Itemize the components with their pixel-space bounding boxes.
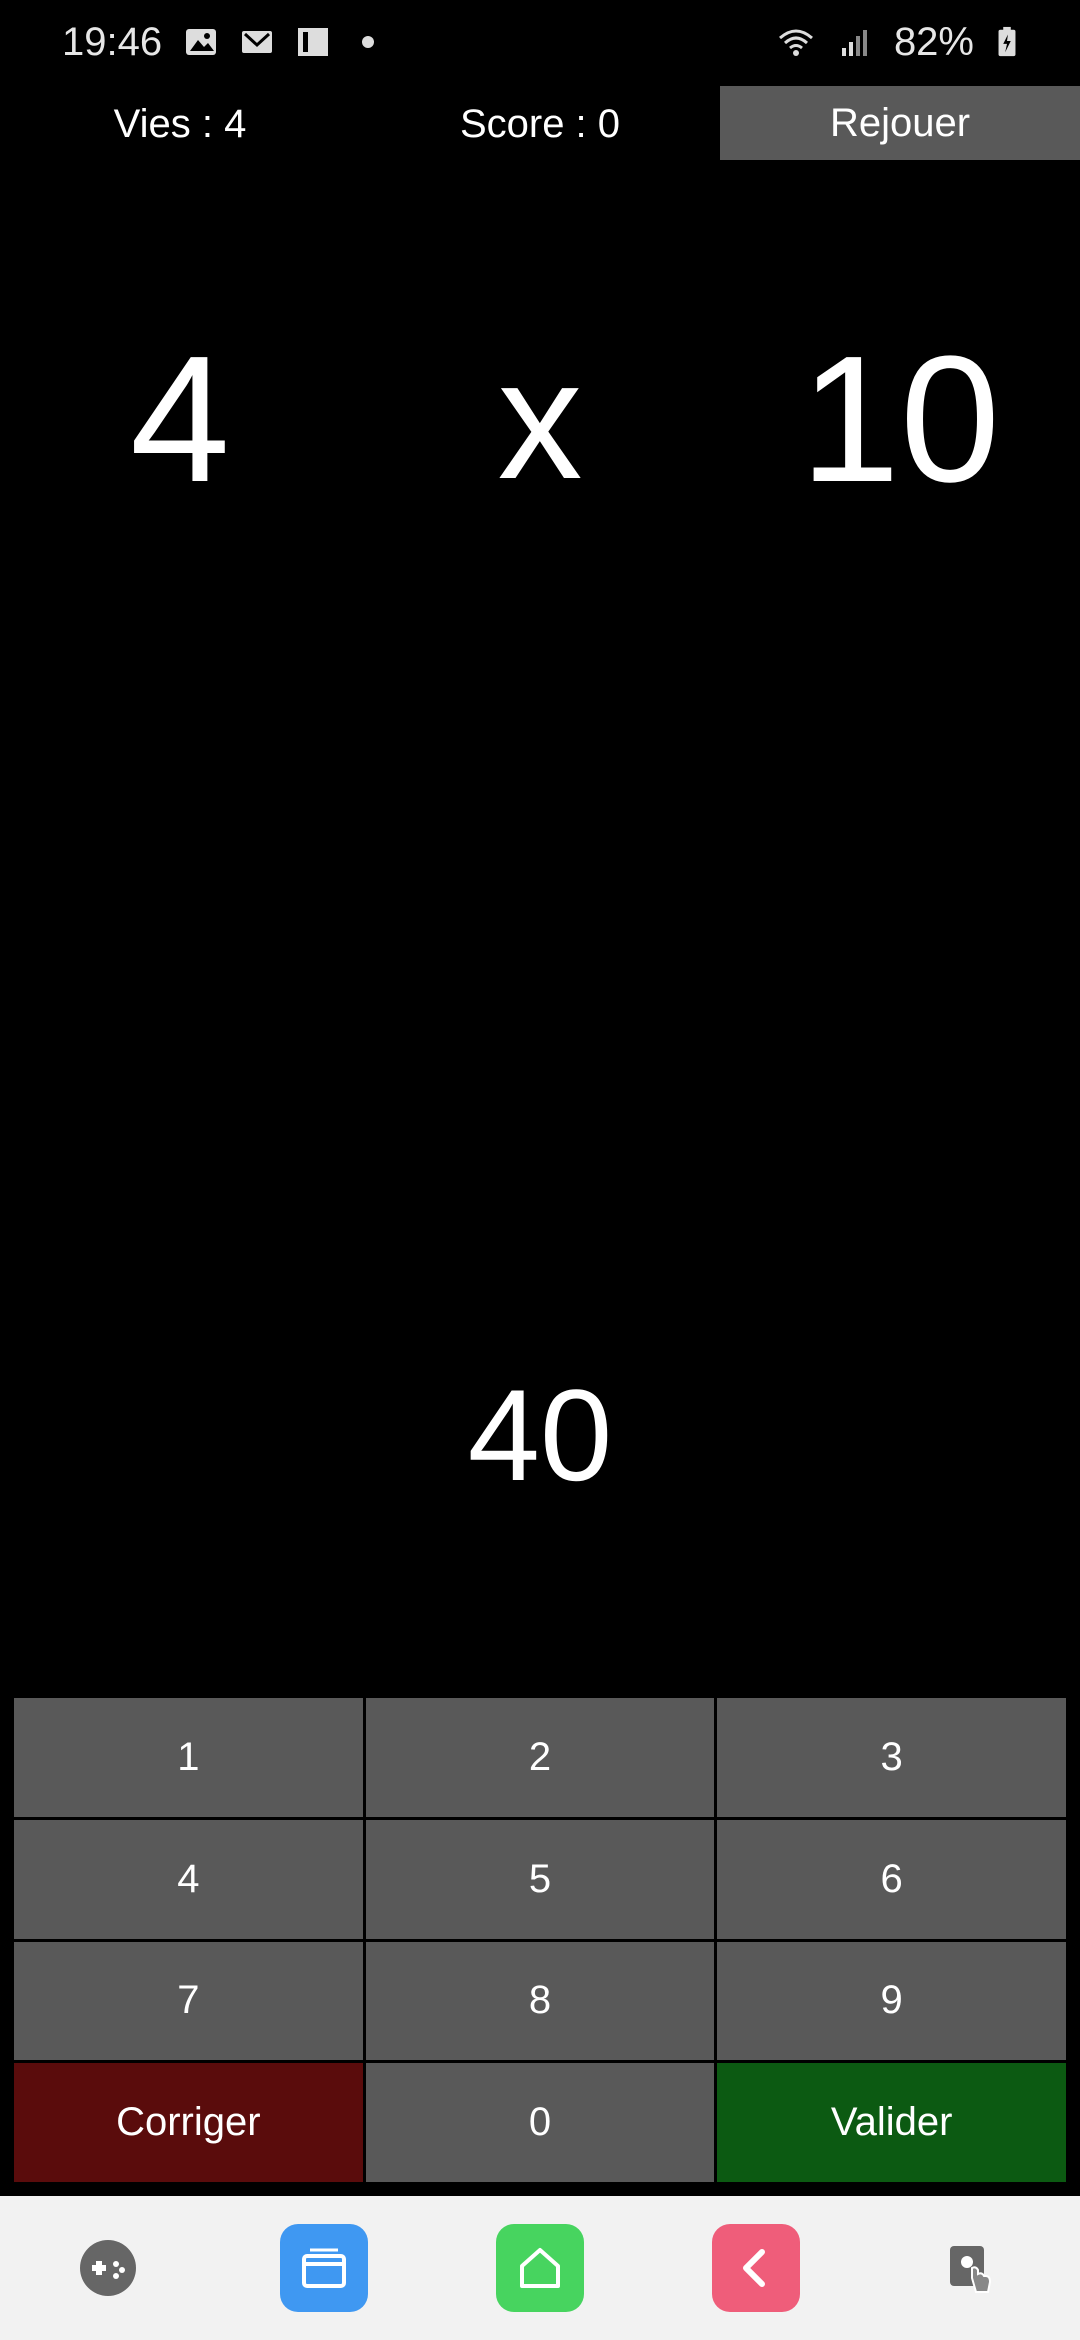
operand-right: 10 — [799, 319, 1001, 520]
notification-dot — [362, 36, 375, 48]
key-9[interactable]: 9 — [717, 1941, 1066, 2061]
wifi-icon — [778, 29, 813, 56]
status-left: 19:46 — [62, 19, 375, 65]
signal-icon — [841, 30, 867, 56]
answer-display: 40 — [467, 1362, 613, 1508]
key-7[interactable]: 7 — [14, 1941, 363, 2061]
mail-icon — [242, 31, 273, 53]
status-bar: 19:46 82% — [0, 0, 1080, 84]
key-6[interactable]: 6 — [717, 1819, 1066, 1939]
score-label: Score : 0 — [459, 101, 621, 146]
key-5[interactable]: 5 — [365, 1819, 715, 1939]
key-8[interactable]: 8 — [365, 1941, 715, 2061]
key-4[interactable]: 4 — [14, 1819, 363, 1939]
bottom-navigation — [0, 2196, 1080, 2340]
back-icon[interactable] — [712, 2224, 800, 2312]
app-screen: 19:46 82% Vies: 4 Score: 0 Rejouer 4 x… — [0, 0, 1080, 2340]
key-2[interactable]: 2 — [365, 1698, 715, 1817]
key-0[interactable]: 0 — [365, 2063, 715, 2182]
key-1[interactable]: 1 — [14, 1698, 363, 1817]
battery-percentage: 82% — [893, 19, 974, 64]
lock-hand-icon[interactable] — [928, 2224, 1016, 2312]
home-icon[interactable] — [496, 2224, 584, 2312]
battery-icon — [998, 26, 1016, 57]
game-header: Vies : 4 Score : 0 Rejouer — [0, 86, 1080, 162]
window-icon[interactable] — [280, 2224, 368, 2312]
correct-button[interactable]: Corriger — [14, 2063, 363, 2182]
key-3[interactable]: 3 — [717, 1698, 1066, 1817]
number-keypad: 1 2 3 4 5 6 7 8 9 Corriger 0 Valider — [14, 1698, 1066, 2182]
status-right: 82% — [776, 20, 1018, 65]
gamepad-icon[interactable] — [64, 2224, 152, 2312]
validate-button[interactable]: Valider — [717, 2063, 1066, 2182]
image-icon — [186, 29, 217, 55]
equation: 4 x 10 — [0, 320, 1080, 520]
app-icon — [298, 28, 329, 56]
status-time: 19:46 — [62, 19, 163, 64]
operand-left: 4 — [129, 319, 231, 520]
lives-label: Vies : 4 — [113, 101, 247, 146]
operator: x — [497, 325, 583, 515]
replay-button[interactable]: Rejouer — [720, 86, 1080, 160]
